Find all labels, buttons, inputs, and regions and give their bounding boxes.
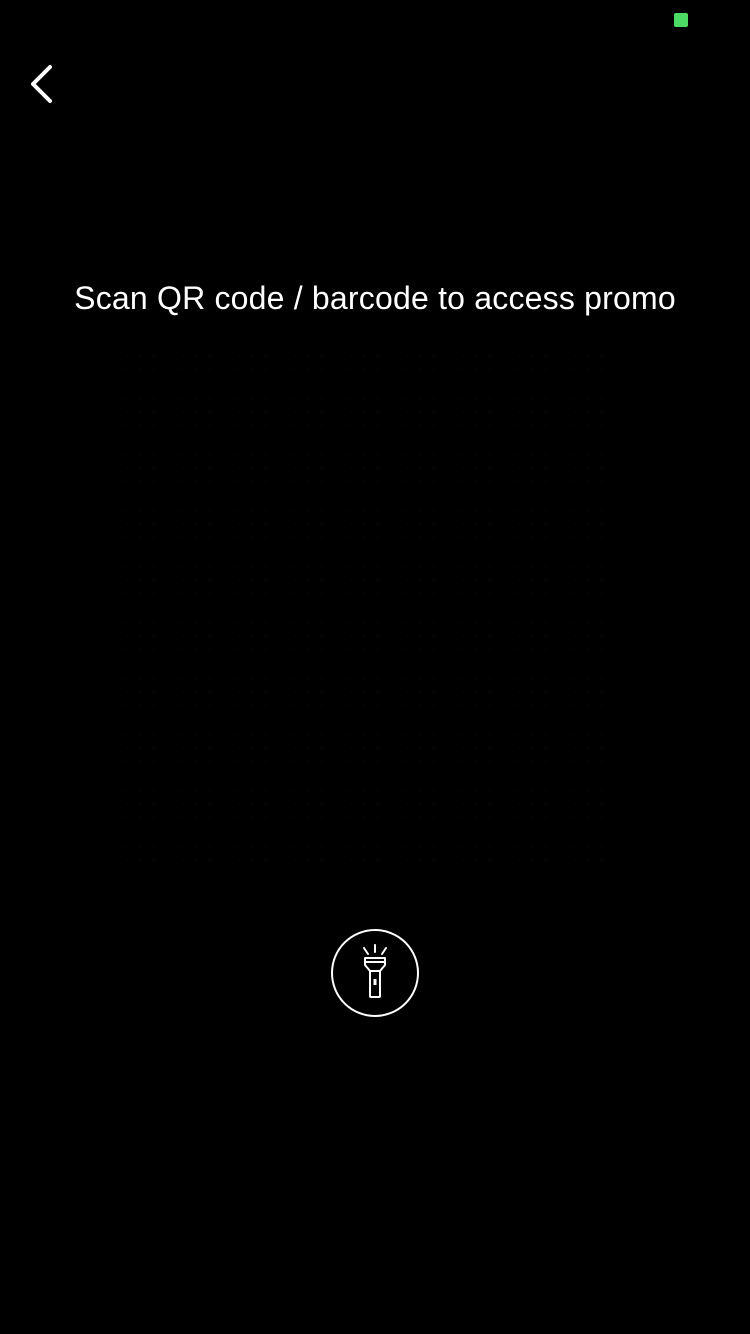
camera-viewfinder — [125, 355, 625, 865]
scan-instruction: Scan QR code / barcode to access promo — [74, 280, 676, 316]
chevron-left-icon — [31, 65, 52, 103]
flashlight-icon — [363, 944, 387, 998]
status-indicator — [674, 13, 688, 27]
flashlight-toggle-button[interactable] — [331, 929, 419, 1017]
back-button[interactable] — [14, 56, 70, 112]
